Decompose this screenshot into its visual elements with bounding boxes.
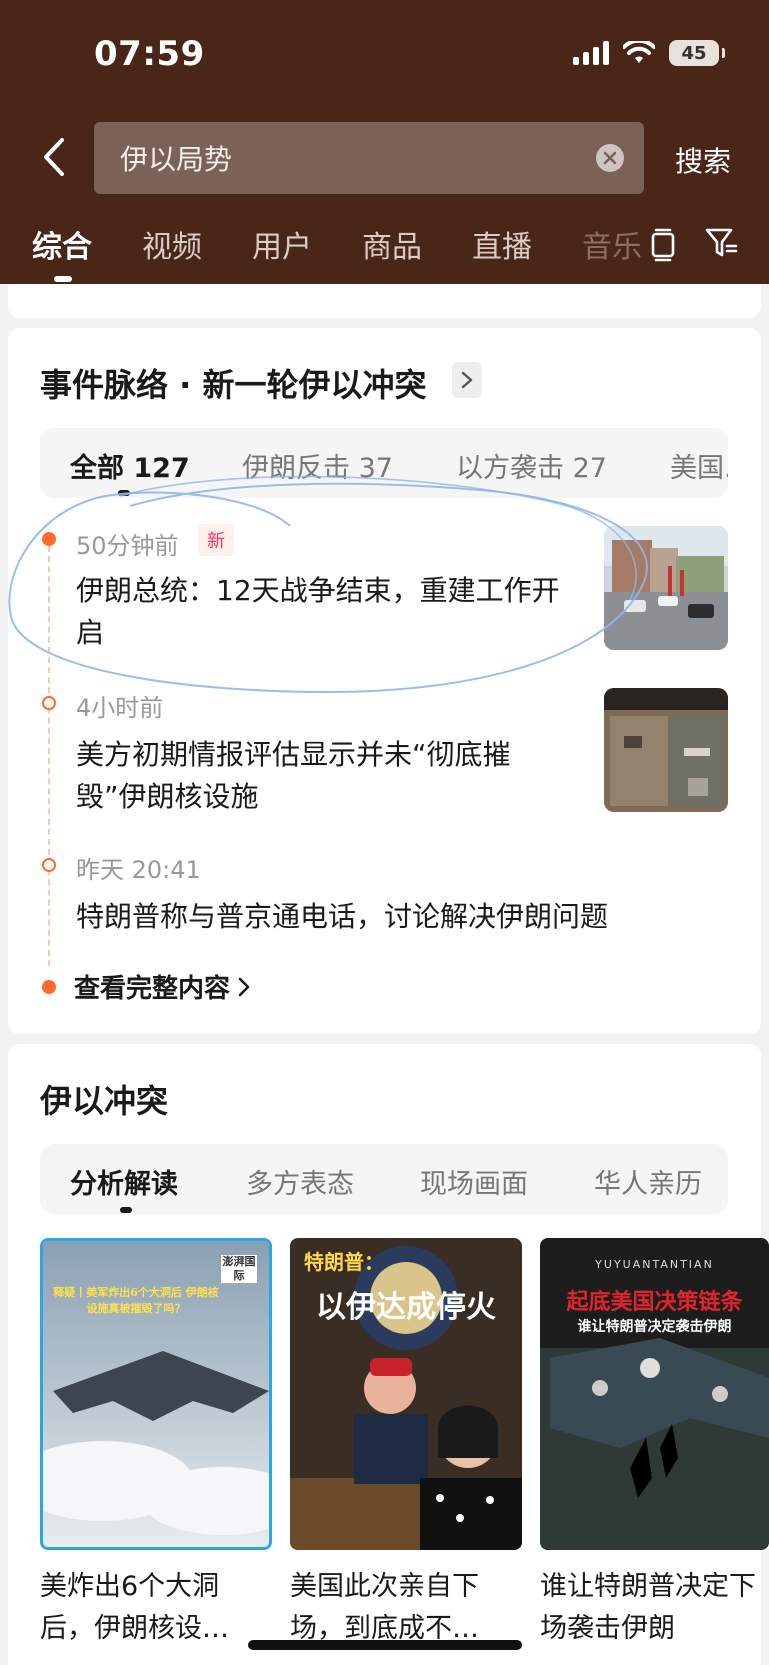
video-overlay-text: 特朗普：: [304, 1250, 384, 1274]
filter-scene[interactable]: 现场画面: [420, 1162, 528, 1201]
view-more-label: 查看完整内容: [74, 974, 231, 1004]
view-full-content-link[interactable]: 查看完整内容: [74, 968, 250, 1005]
search-box: [94, 122, 644, 194]
tab-video[interactable]: 视频: [142, 222, 202, 266]
news-thumbnail-satellite[interactable]: [604, 688, 728, 812]
tab-users[interactable]: 用户: [252, 222, 312, 266]
timeline-dot: [42, 858, 56, 872]
item-time: 昨天 20:41: [76, 856, 201, 884]
video-thumbnail: 特朗普： 以伊达成停火: [290, 1238, 522, 1550]
video-overlay-subheadline: 谁让特朗普决定袭击伊朗: [577, 1319, 732, 1335]
search-input[interactable]: [120, 122, 580, 194]
video-thumbnail: YUYUANTANTIAN 起底美国决策链条 谁让特朗普决定袭击伊朗: [540, 1238, 769, 1550]
video-overlay-headline: 以伊达成停火: [316, 1290, 496, 1325]
video-card[interactable]: 澎湃国际 释疑丨美军炸出6个大洞后 伊朗核设施真被摧毁了吗？ 美炸出6个大洞后，…: [40, 1238, 272, 1650]
video-overlay-headline: 起底美国决策链条: [566, 1289, 743, 1315]
video-card[interactable]: 特朗普： 以伊达成停火 美国此次亲自下场，到底成不…: [290, 1238, 522, 1650]
channel-overlay: YUYUANTANTIAN: [595, 1258, 714, 1271]
conflict-section-title[interactable]: 伊以冲突: [40, 1076, 168, 1122]
clear-search-button[interactable]: [596, 144, 624, 172]
result-tabs: 综合 视频 用户 商品 直播 音乐: [32, 222, 692, 266]
video-card[interactable]: YUYUANTANTIAN 起底美国决策链条 谁让特朗普决定袭击伊朗 谁让特朗普…: [540, 1238, 769, 1650]
tab-indicator: [54, 276, 72, 282]
home-indicator: [248, 1640, 522, 1650]
app-header: 07:59 45 搜索 综合 视频 用户 商品 直播 音乐: [0, 0, 769, 284]
event-section-more-button[interactable]: [452, 362, 482, 398]
video-title: 谁让特朗普决定下场袭击伊朗: [540, 1571, 756, 1644]
chevron-right-icon: [461, 371, 473, 389]
cellular-signal-icon: [573, 41, 609, 65]
timeline-item-title[interactable]: 美方初期情报评估显示并未“彻底摧毁”伊朗核设施: [76, 734, 576, 818]
chevron-left-icon: [44, 138, 64, 176]
event-section-title[interactable]: 事件脉络 · 新一轮伊以冲突: [40, 360, 426, 406]
filter-icon[interactable]: [704, 226, 738, 260]
filter-analysis[interactable]: 分析解读: [70, 1162, 178, 1201]
tab-all[interactable]: 综合: [32, 222, 92, 266]
tab-music[interactable]: 音乐: [582, 222, 642, 266]
status-icons: 45: [573, 40, 725, 66]
battery-icon: 45: [669, 40, 725, 66]
tablet-icon[interactable]: [650, 228, 676, 262]
satellite-photo: [604, 688, 728, 812]
handwritten-circle-annotation: [8, 475, 648, 694]
chevron-right-icon: [238, 977, 250, 996]
wifi-icon: [623, 41, 655, 63]
back-button[interactable]: [34, 132, 74, 182]
video-title: 美炸出6个大洞后，伊朗核设…: [40, 1571, 229, 1644]
status-time: 07:59: [94, 34, 205, 74]
previous-card-edge: [8, 284, 761, 318]
timeline-dot: [42, 980, 56, 994]
tab-products[interactable]: 商品: [362, 222, 422, 266]
filter-statements[interactable]: 多方表态: [246, 1162, 354, 1201]
filter-witness[interactable]: 华人亲历: [594, 1162, 702, 1201]
logo-overlay: 澎湃国际: [221, 1255, 257, 1283]
timeline-item-title[interactable]: 特朗普称与普京通电话，讨论解决伊朗问题: [76, 896, 736, 938]
tab-live[interactable]: 直播: [472, 222, 532, 266]
search-button[interactable]: 搜索: [675, 140, 731, 180]
close-icon: [603, 151, 617, 165]
video-thumbnail: 澎湃国际 释疑丨美军炸出6个大洞后 伊朗核设施真被摧毁了吗？: [40, 1238, 272, 1550]
video-overlay-text: 释疑丨美军炸出6个大洞后 伊朗核设施真被摧毁了吗？: [53, 1286, 219, 1315]
video-title: 美国此次亲自下场，到底成不…: [290, 1571, 479, 1644]
filter-indicator: [120, 1207, 132, 1213]
conflict-filter-bar: 分析解读 多方表态 现场画面 华人亲历: [40, 1144, 728, 1214]
